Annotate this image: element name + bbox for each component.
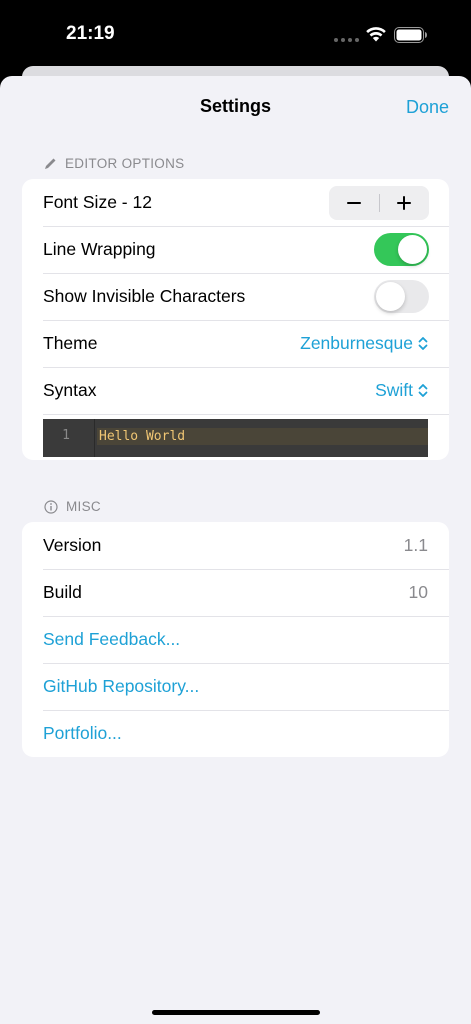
wifi-icon xyxy=(366,27,386,42)
chevron-up-down-icon xyxy=(418,384,428,397)
toggle-knob xyxy=(376,282,405,311)
minus-icon xyxy=(346,201,361,204)
invisible-characters-label: Show Invisible Characters xyxy=(43,286,246,306)
status-bar: 21:19 xyxy=(0,0,471,70)
info-icon xyxy=(44,499,58,514)
done-button[interactable]: Done xyxy=(406,97,449,118)
send-feedback-row[interactable]: Send Feedback... xyxy=(22,616,449,663)
plus-icon xyxy=(397,195,412,210)
editor-options-title: EDITOR OPTIONS xyxy=(65,156,185,171)
font-size-row: Font Size - 12 xyxy=(22,179,449,226)
page-title: Settings xyxy=(199,96,271,116)
line-number: 1 xyxy=(43,419,95,457)
version-value: 1.1 xyxy=(403,535,428,555)
theme-value: Zenburnesque xyxy=(300,333,413,353)
portfolio-row[interactable]: Portfolio... xyxy=(22,710,449,757)
theme-label: Theme xyxy=(43,333,98,353)
github-repository-row[interactable]: GitHub Repository... xyxy=(22,663,449,710)
theme-picker[interactable]: Zenburnesque xyxy=(300,333,428,354)
pencil-icon xyxy=(45,158,56,169)
decrement-button[interactable] xyxy=(329,186,379,220)
font-size-stepper[interactable] xyxy=(329,185,430,220)
font-size-label: Font Size - 12 xyxy=(43,192,152,212)
editor-options-group: Font Size - 12 Line Wrapping Show Invisi… xyxy=(22,179,449,460)
invisible-characters-toggle[interactable] xyxy=(374,280,429,313)
code-preview-row: 1 Hello World xyxy=(22,414,449,460)
syntax-label: Syntax xyxy=(43,380,97,400)
line-wrapping-label: Line Wrapping xyxy=(43,239,156,259)
code-preview[interactable]: 1 Hello World xyxy=(43,419,428,457)
syntax-value: Swift xyxy=(375,380,413,400)
battery-icon xyxy=(394,27,427,43)
misc-header: MISC xyxy=(44,499,101,514)
chevron-up-down-icon xyxy=(418,337,428,350)
misc-title: MISC xyxy=(66,499,101,514)
toggle-knob xyxy=(398,235,427,264)
code-line: Hello World xyxy=(97,428,428,445)
line-wrapping-toggle[interactable] xyxy=(374,233,429,266)
syntax-row: Syntax Swift xyxy=(22,367,449,414)
increment-button[interactable] xyxy=(380,186,430,220)
invisible-characters-row: Show Invisible Characters xyxy=(22,273,449,320)
build-label: Build xyxy=(43,582,82,602)
build-value: 10 xyxy=(408,582,428,602)
send-feedback-link[interactable]: Send Feedback... xyxy=(43,629,428,650)
theme-row: Theme Zenburnesque xyxy=(22,320,449,367)
syntax-picker[interactable]: Swift xyxy=(375,380,428,401)
settings-sheet: Settings Done EDITOR OPTIONS Font Size -… xyxy=(0,76,471,1024)
home-indicator xyxy=(152,1010,320,1015)
misc-group: Version 1.1 Build 10 Send Feedback... Gi… xyxy=(22,522,449,757)
line-wrapping-row: Line Wrapping xyxy=(22,226,449,273)
signal-icon xyxy=(334,38,359,42)
github-repository-link[interactable]: GitHub Repository... xyxy=(43,676,428,697)
version-row: Version 1.1 xyxy=(22,522,449,569)
portfolio-link[interactable]: Portfolio... xyxy=(43,723,428,744)
version-label: Version xyxy=(43,535,102,555)
build-row: Build 10 xyxy=(22,569,449,616)
editor-options-header: EDITOR OPTIONS xyxy=(44,156,184,171)
status-time: 21:19 xyxy=(66,23,115,44)
